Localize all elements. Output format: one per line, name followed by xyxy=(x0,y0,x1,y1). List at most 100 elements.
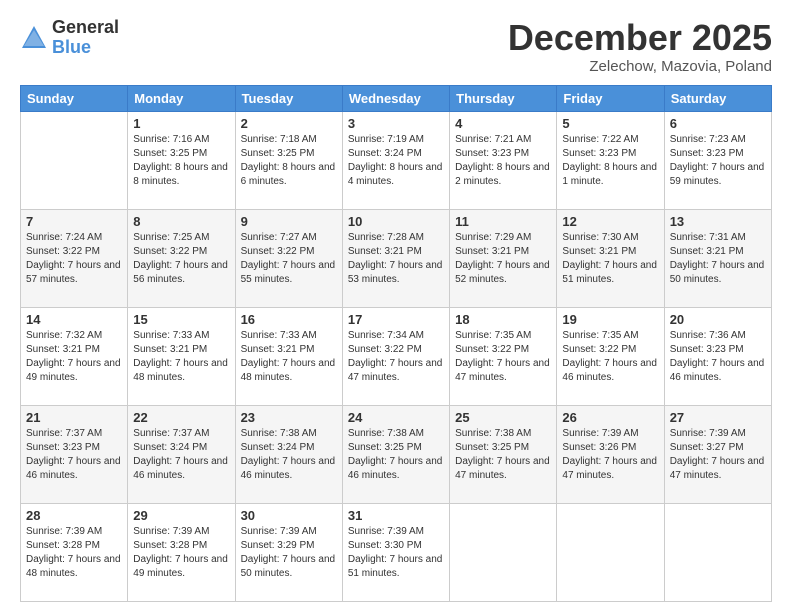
calendar-week-row: 14 Sunrise: 7:32 AM Sunset: 3:21 PM Dayl… xyxy=(21,307,772,405)
table-row: 18 Sunrise: 7:35 AM Sunset: 3:22 PM Dayl… xyxy=(450,307,557,405)
day-number: 23 xyxy=(241,410,337,425)
daylight-text: Daylight: 7 hours and 47 minutes. xyxy=(348,358,443,383)
day-number: 28 xyxy=(26,508,122,523)
table-row: 28 Sunrise: 7:39 AM Sunset: 3:28 PM Dayl… xyxy=(21,503,128,601)
sunset-text: Sunset: 3:21 PM xyxy=(562,246,636,257)
sunset-text: Sunset: 3:21 PM xyxy=(133,344,207,355)
sunrise-text: Sunrise: 7:35 AM xyxy=(455,330,531,341)
sunrise-text: Sunrise: 7:34 AM xyxy=(348,330,424,341)
logo-blue-text: Blue xyxy=(52,38,119,58)
day-info: Sunrise: 7:39 AM Sunset: 3:29 PM Dayligh… xyxy=(241,525,337,581)
sunrise-text: Sunrise: 7:39 AM xyxy=(241,526,317,537)
day-number: 31 xyxy=(348,508,444,523)
table-row: 15 Sunrise: 7:33 AM Sunset: 3:21 PM Dayl… xyxy=(128,307,235,405)
sunrise-text: Sunrise: 7:27 AM xyxy=(241,232,317,243)
sunrise-text: Sunrise: 7:18 AM xyxy=(241,134,317,145)
sunrise-text: Sunrise: 7:39 AM xyxy=(26,526,102,537)
day-info: Sunrise: 7:28 AM Sunset: 3:21 PM Dayligh… xyxy=(348,231,444,287)
sunrise-text: Sunrise: 7:22 AM xyxy=(562,134,638,145)
sunset-text: Sunset: 3:24 PM xyxy=(133,442,207,453)
logo-icon xyxy=(20,24,48,52)
daylight-text: Daylight: 7 hours and 46 minutes. xyxy=(133,456,228,481)
day-number: 5 xyxy=(562,116,658,131)
daylight-text: Daylight: 7 hours and 47 minutes. xyxy=(455,456,550,481)
header-friday: Friday xyxy=(557,85,664,111)
daylight-text: Daylight: 7 hours and 50 minutes. xyxy=(241,554,336,579)
sunrise-text: Sunrise: 7:21 AM xyxy=(455,134,531,145)
day-number: 9 xyxy=(241,214,337,229)
day-number: 16 xyxy=(241,312,337,327)
calendar-week-row: 7 Sunrise: 7:24 AM Sunset: 3:22 PM Dayli… xyxy=(21,209,772,307)
location: Zelechow, Mazovia, Poland xyxy=(508,58,772,75)
sunrise-text: Sunrise: 7:39 AM xyxy=(562,428,638,439)
daylight-text: Daylight: 7 hours and 49 minutes. xyxy=(133,554,228,579)
sunrise-text: Sunrise: 7:25 AM xyxy=(133,232,209,243)
header-wednesday: Wednesday xyxy=(342,85,449,111)
sunset-text: Sunset: 3:28 PM xyxy=(133,540,207,551)
daylight-text: Daylight: 7 hours and 46 minutes. xyxy=(26,456,121,481)
sunrise-text: Sunrise: 7:36 AM xyxy=(670,330,746,341)
header-saturday: Saturday xyxy=(664,85,771,111)
daylight-text: Daylight: 8 hours and 2 minutes. xyxy=(455,162,550,187)
sunrise-text: Sunrise: 7:37 AM xyxy=(133,428,209,439)
calendar-week-row: 1 Sunrise: 7:16 AM Sunset: 3:25 PM Dayli… xyxy=(21,111,772,209)
day-info: Sunrise: 7:25 AM Sunset: 3:22 PM Dayligh… xyxy=(133,231,229,287)
daylight-text: Daylight: 8 hours and 8 minutes. xyxy=(133,162,228,187)
sunrise-text: Sunrise: 7:38 AM xyxy=(348,428,424,439)
day-number: 19 xyxy=(562,312,658,327)
daylight-text: Daylight: 7 hours and 52 minutes. xyxy=(455,260,550,285)
day-info: Sunrise: 7:30 AM Sunset: 3:21 PM Dayligh… xyxy=(562,231,658,287)
sunset-text: Sunset: 3:22 PM xyxy=(455,344,529,355)
day-info: Sunrise: 7:33 AM Sunset: 3:21 PM Dayligh… xyxy=(133,329,229,385)
table-row: 10 Sunrise: 7:28 AM Sunset: 3:21 PM Dayl… xyxy=(342,209,449,307)
sunset-text: Sunset: 3:22 PM xyxy=(562,344,636,355)
day-info: Sunrise: 7:18 AM Sunset: 3:25 PM Dayligh… xyxy=(241,133,337,189)
day-info: Sunrise: 7:38 AM Sunset: 3:25 PM Dayligh… xyxy=(455,427,551,483)
daylight-text: Daylight: 8 hours and 4 minutes. xyxy=(348,162,443,187)
table-row: 11 Sunrise: 7:29 AM Sunset: 3:21 PM Dayl… xyxy=(450,209,557,307)
sunset-text: Sunset: 3:22 PM xyxy=(348,344,422,355)
sunrise-text: Sunrise: 7:37 AM xyxy=(26,428,102,439)
day-info: Sunrise: 7:39 AM Sunset: 3:26 PM Dayligh… xyxy=(562,427,658,483)
table-row xyxy=(664,503,771,601)
sunset-text: Sunset: 3:23 PM xyxy=(26,442,100,453)
day-number: 21 xyxy=(26,410,122,425)
sunset-text: Sunset: 3:21 PM xyxy=(348,246,422,257)
table-row: 14 Sunrise: 7:32 AM Sunset: 3:21 PM Dayl… xyxy=(21,307,128,405)
day-info: Sunrise: 7:37 AM Sunset: 3:23 PM Dayligh… xyxy=(26,427,122,483)
daylight-text: Daylight: 8 hours and 1 minute. xyxy=(562,162,657,187)
sunrise-text: Sunrise: 7:39 AM xyxy=(133,526,209,537)
sunrise-text: Sunrise: 7:24 AM xyxy=(26,232,102,243)
day-info: Sunrise: 7:35 AM Sunset: 3:22 PM Dayligh… xyxy=(455,329,551,385)
day-number: 8 xyxy=(133,214,229,229)
day-number: 12 xyxy=(562,214,658,229)
weekday-header-row: Sunday Monday Tuesday Wednesday Thursday… xyxy=(21,85,772,111)
sunset-text: Sunset: 3:23 PM xyxy=(670,148,744,159)
day-info: Sunrise: 7:35 AM Sunset: 3:22 PM Dayligh… xyxy=(562,329,658,385)
table-row: 8 Sunrise: 7:25 AM Sunset: 3:22 PM Dayli… xyxy=(128,209,235,307)
table-row: 29 Sunrise: 7:39 AM Sunset: 3:28 PM Dayl… xyxy=(128,503,235,601)
sunset-text: Sunset: 3:25 PM xyxy=(455,442,529,453)
day-info: Sunrise: 7:16 AM Sunset: 3:25 PM Dayligh… xyxy=(133,133,229,189)
sunrise-text: Sunrise: 7:38 AM xyxy=(241,428,317,439)
day-number: 30 xyxy=(241,508,337,523)
sunset-text: Sunset: 3:25 PM xyxy=(241,148,315,159)
sunrise-text: Sunrise: 7:31 AM xyxy=(670,232,746,243)
sunset-text: Sunset: 3:29 PM xyxy=(241,540,315,551)
header-thursday: Thursday xyxy=(450,85,557,111)
daylight-text: Daylight: 7 hours and 48 minutes. xyxy=(26,554,121,579)
table-row xyxy=(450,503,557,601)
day-info: Sunrise: 7:39 AM Sunset: 3:30 PM Dayligh… xyxy=(348,525,444,581)
header-tuesday: Tuesday xyxy=(235,85,342,111)
daylight-text: Daylight: 7 hours and 49 minutes. xyxy=(26,358,121,383)
day-info: Sunrise: 7:33 AM Sunset: 3:21 PM Dayligh… xyxy=(241,329,337,385)
day-number: 24 xyxy=(348,410,444,425)
daylight-text: Daylight: 7 hours and 51 minutes. xyxy=(562,260,657,285)
day-number: 13 xyxy=(670,214,766,229)
table-row: 19 Sunrise: 7:35 AM Sunset: 3:22 PM Dayl… xyxy=(557,307,664,405)
sunset-text: Sunset: 3:28 PM xyxy=(26,540,100,551)
calendar-page: General Blue December 2025 Zelechow, Maz… xyxy=(0,0,792,612)
sunrise-text: Sunrise: 7:38 AM xyxy=(455,428,531,439)
daylight-text: Daylight: 7 hours and 51 minutes. xyxy=(348,554,443,579)
day-info: Sunrise: 7:21 AM Sunset: 3:23 PM Dayligh… xyxy=(455,133,551,189)
